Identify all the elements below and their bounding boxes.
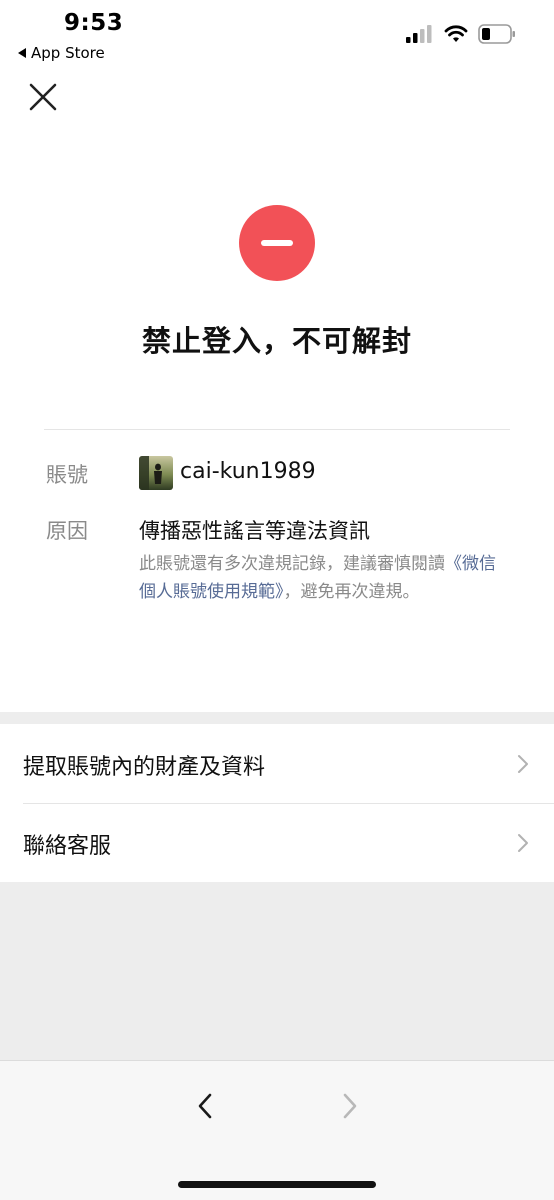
divider	[44, 429, 510, 430]
back-app-label: App Store	[31, 44, 105, 62]
home-indicator[interactable]	[178, 1181, 376, 1188]
status-time: 9:53	[64, 10, 124, 36]
avatar-image	[139, 456, 173, 490]
contact-support-menu-item[interactable]: 聯絡客服	[0, 804, 554, 882]
back-triangle-icon	[18, 48, 26, 58]
reason-note: 此賬號還有多次違規記錄，建議審慎閱讀《微信個人賬號使用規範》，避免再次違規。	[139, 550, 509, 606]
empty-background	[0, 882, 554, 1060]
close-icon	[29, 83, 57, 111]
reason-label: 原因	[46, 519, 88, 543]
battery-icon	[478, 24, 515, 44]
chevron-left-icon	[198, 1093, 212, 1119]
ban-icon	[239, 205, 315, 281]
page-title: 禁止登入，不可解封	[141, 324, 412, 358]
minus-bar	[261, 240, 293, 246]
account-name: cai-kun1989	[180, 459, 316, 484]
menu-item-label: 提取賬號內的財產及資料	[23, 755, 266, 780]
wifi-icon	[444, 25, 468, 42]
status-icons	[406, 24, 516, 44]
reason-note-suffix: ，避免再次違規。	[283, 582, 420, 602]
chevron-right-icon	[518, 755, 528, 773]
nav-forward-button[interactable]	[336, 1091, 362, 1121]
cellular-signal-icon	[406, 25, 432, 43]
close-button[interactable]	[26, 80, 60, 114]
account-label: 賬號	[46, 463, 88, 487]
status-bar: 9:53 App Store	[0, 0, 554, 72]
reason-note-prefix: 此賬號還有多次違規記錄，建議審慎閱讀	[139, 554, 445, 574]
section-separator	[0, 712, 554, 724]
retrieve-assets-menu-item[interactable]: 提取賬號內的財產及資料	[0, 725, 554, 803]
nav-back-button[interactable]	[193, 1091, 219, 1121]
chevron-right-icon	[343, 1093, 357, 1119]
chevron-right-icon	[518, 834, 528, 852]
avatar	[139, 456, 173, 490]
browser-toolbar	[0, 1060, 554, 1200]
back-to-app-store-link[interactable]: App Store	[18, 44, 105, 62]
reason-text: 傳播惡性謠言等違法資訊	[139, 519, 370, 543]
menu-item-label: 聯絡客服	[23, 834, 112, 859]
